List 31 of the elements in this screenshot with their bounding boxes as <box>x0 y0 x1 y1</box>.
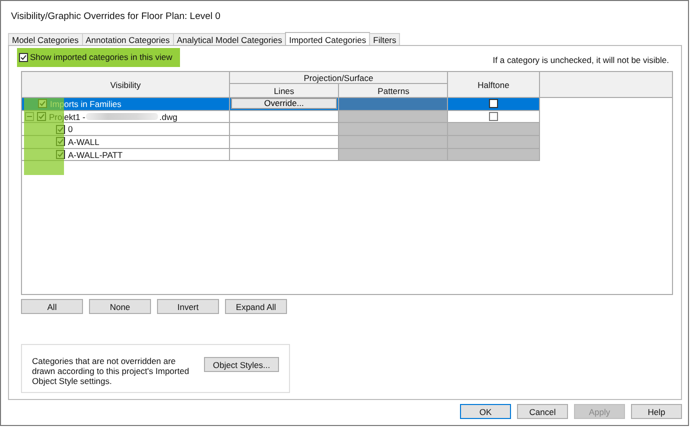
table-button[interactable]: Expand All <box>225 299 287 314</box>
info-text: Categories that are not overridden are drawn according to this project's Imported Object Style settings. <box>32 356 190 386</box>
tab[interactable]: Model Categories <box>8 33 83 45</box>
tab[interactable]: Filters <box>369 33 400 45</box>
category-name: 0 <box>68 124 73 134</box>
table-button[interactable]: All <box>21 299 83 314</box>
show-imported-checkbox[interactable]: Show imported categories in this view <box>17 48 180 66</box>
dialog-button[interactable]: Help <box>631 404 682 419</box>
tab[interactable]: Analytical Model Categories <box>172 33 286 45</box>
object-styles-button[interactable]: Object Styles... <box>204 357 279 372</box>
hint-text: If a category is unchecked, it will not be visible. <box>492 55 670 65</box>
halftone-checkbox[interactable] <box>489 99 498 108</box>
column-header: Visibility <box>22 72 230 97</box>
category-name: A-WALL-PATT <box>68 150 123 160</box>
dialog-button[interactable]: OK <box>460 404 511 419</box>
checkbox-icon[interactable] <box>19 52 28 62</box>
category-name: Imports in Families <box>50 98 122 109</box>
column-header: Patterns <box>376 84 410 97</box>
halftone-checkbox[interactable] <box>489 112 498 122</box>
tab[interactable]: Imported Categories <box>285 32 370 45</box>
table-button[interactable]: Invert <box>157 299 219 314</box>
category-name: A-WALL <box>68 136 100 147</box>
tab[interactable]: Annotation Categories <box>82 33 174 45</box>
column-header: Halftone <box>448 72 540 97</box>
window-title: Visibility/Graphic Overrides for Floor Plan: Level 0 <box>10 10 222 22</box>
table-button[interactable]: None <box>89 299 151 314</box>
column-header: Projection/Surface <box>230 72 447 84</box>
dialog-button[interactable]: Cancel <box>517 404 568 419</box>
override-button[interactable]: Override... <box>231 98 337 110</box>
column-header: Lines <box>230 84 339 97</box>
file-extension: .dwg <box>159 112 178 122</box>
